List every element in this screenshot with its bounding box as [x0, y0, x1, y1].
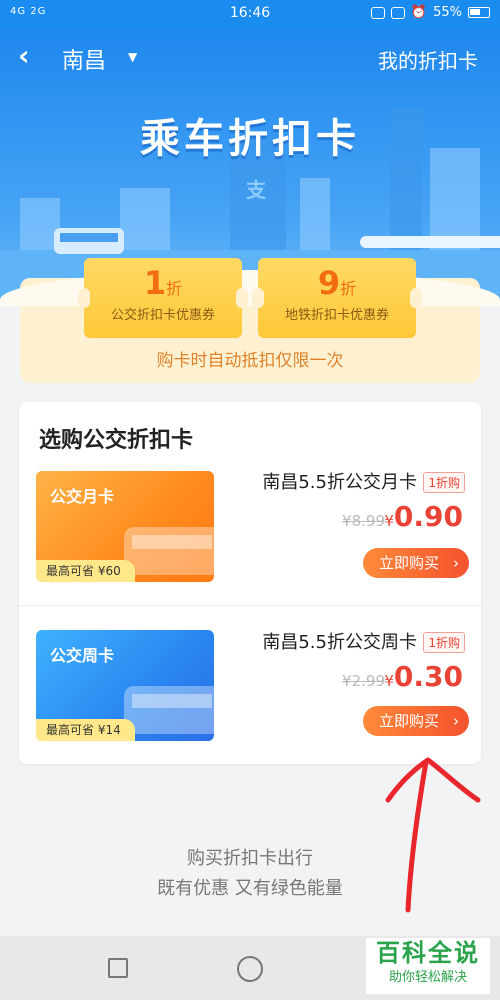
- lock-icon: [390, 6, 405, 19]
- shield-icon: [370, 6, 385, 19]
- header-banner: 支 ‹ 南昌 ▼ 我的折扣卡 乘车折扣卡: [0, 28, 500, 300]
- currency-symbol: ¥: [384, 512, 394, 530]
- buy-now-label: 立即购买: [379, 554, 440, 572]
- buy-now-button[interactable]: 立即购买 ›: [363, 548, 469, 578]
- currency-symbol: ¥: [384, 672, 394, 690]
- original-price: ¥8.99: [342, 512, 385, 530]
- original-price: ¥2.99: [342, 672, 385, 690]
- monthly-card-image[interactable]: 公交月卡 最高可省 ¥60: [36, 471, 214, 582]
- battery-percent: 55%: [433, 5, 462, 20]
- section-title: 选购公交折扣卡: [39, 428, 194, 453]
- product-name[interactable]: 南昌5.5折公交周卡: [262, 628, 417, 654]
- coupon-label: 公交折扣卡优惠券: [110, 308, 215, 323]
- page-title: 乘车折扣卡: [140, 116, 360, 162]
- sale-price: ¥0.90: [384, 500, 463, 533]
- navigation-bar: ‹ 南昌 ▼ 我的折扣卡: [0, 28, 500, 88]
- bus-illustration: [54, 228, 124, 254]
- weekly-card-image[interactable]: 公交周卡 最高可省 ¥14: [36, 630, 214, 741]
- buy-now-label: 立即购买: [379, 712, 440, 730]
- watermark-subtitle: 助你轻松解决: [388, 970, 467, 985]
- coupon-unit: 折: [166, 279, 183, 298]
- divider: [19, 605, 481, 606]
- alarm-icon: ⏰: [410, 5, 428, 20]
- home-icon[interactable]: [237, 956, 263, 982]
- status-icons: ⏰ 55%: [370, 5, 490, 20]
- my-cards-link[interactable]: 我的折扣卡: [378, 45, 478, 74]
- sale-price: ¥0.30: [384, 660, 463, 693]
- chevron-right-icon: ›: [453, 712, 459, 730]
- back-icon[interactable]: ‹: [18, 42, 30, 70]
- card-name: 公交周卡: [50, 646, 115, 665]
- product-name[interactable]: 南昌5.5折公交月卡: [262, 468, 417, 494]
- metro-coupon: 9折 地铁折扣卡优惠券: [252, 258, 422, 338]
- city-selector[interactable]: 南昌: [62, 43, 106, 75]
- coupon-discount: 1: [143, 264, 167, 302]
- purchase-card-section: 选购公交折扣卡 公交月卡 最高可省 ¥60 南昌5.5折公交月卡 1折购 ¥8.…: [19, 402, 481, 764]
- coupon-label: 地铁折扣卡优惠券: [284, 308, 389, 323]
- red-arrow-annotation: [385, 757, 481, 913]
- watermark-title: 百科全说: [376, 939, 480, 967]
- watermark-logo: 百科全说 助你轻松解决: [366, 938, 490, 994]
- price-value: 0.30: [393, 660, 463, 693]
- building-decoration: [120, 188, 170, 258]
- building-decoration: [300, 178, 330, 258]
- chevron-down-icon[interactable]: ▼: [128, 50, 137, 64]
- coupon-discount: 9: [317, 264, 341, 302]
- train-illustration: [360, 236, 500, 248]
- recent-apps-icon[interactable]: [108, 958, 128, 978]
- max-savings-badge: 最高可省 ¥60: [36, 560, 135, 582]
- max-savings-badge: 最高可省 ¥14: [36, 719, 135, 741]
- bus-coupon: 1折 公交折扣卡优惠券: [78, 258, 248, 338]
- card-name: 公交月卡: [50, 487, 115, 506]
- buy-now-button[interactable]: 立即购买 ›: [363, 706, 469, 736]
- discount-tag: 1折购: [423, 632, 465, 653]
- battery-icon: [468, 7, 490, 18]
- chevron-right-icon: ›: [453, 554, 459, 572]
- discount-tag: 1折购: [423, 472, 465, 493]
- price-value: 0.90: [393, 500, 463, 533]
- bus-icon: [124, 686, 214, 734]
- coupon-note: 购卡时自动抵扣仅限一次: [156, 351, 344, 371]
- bus-icon: [124, 527, 214, 575]
- alipay-logo-icon: 支: [246, 178, 266, 202]
- coupon-unit: 折: [340, 279, 357, 298]
- status-bar: 4G 2G 16:46 ⏰ 55%: [0, 0, 500, 28]
